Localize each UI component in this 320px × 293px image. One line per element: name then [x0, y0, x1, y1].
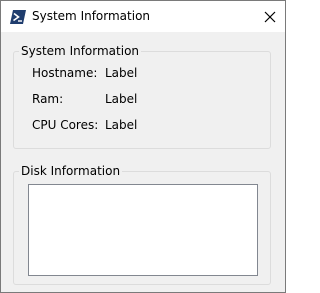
powershell-icon: [10, 9, 26, 24]
disk-information-textbox[interactable]: [28, 184, 258, 276]
cpu-cores-label: CPU Cores:: [32, 118, 99, 132]
ram-value: Label: [105, 92, 138, 106]
disk-information-group-title: Disk Information: [19, 164, 123, 178]
hostname-label: Hostname:: [32, 66, 98, 80]
cpu-cores-value: Label: [105, 118, 138, 132]
close-button[interactable]: [255, 1, 285, 32]
ram-label: Ram:: [32, 92, 64, 106]
window-title: System Information: [32, 9, 151, 23]
system-information-group: System Information Hostname: Label Ram: …: [13, 44, 271, 149]
close-icon: [264, 11, 276, 23]
hostname-value: Label: [105, 66, 138, 80]
system-information-group-title: System Information: [19, 44, 142, 58]
system-information-window: System Information System Information Ho…: [0, 0, 286, 293]
title-bar[interactable]: System Information: [1, 1, 285, 32]
disk-information-group: Disk Information: [13, 164, 271, 285]
